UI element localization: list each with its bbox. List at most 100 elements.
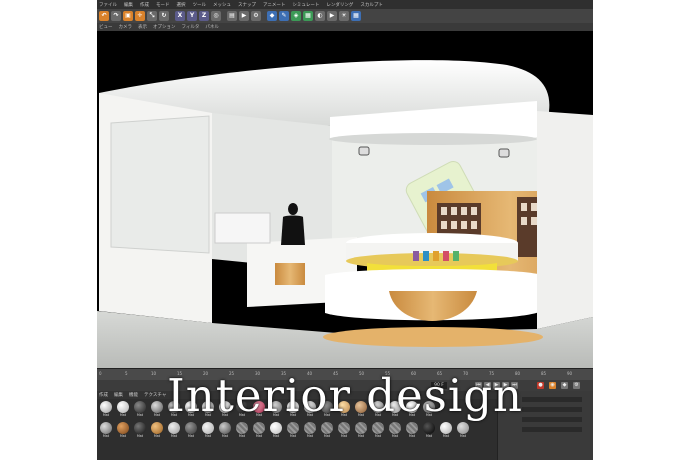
material-swatch[interactable]: Mat (269, 401, 283, 421)
view-menu-item[interactable]: ビュー (99, 24, 113, 30)
prev-key-icon[interactable]: ◀ (484, 382, 491, 389)
material-menu-item[interactable]: 作成 (99, 392, 108, 398)
record-icon[interactable]: ● (537, 382, 544, 389)
scene-icon[interactable]: ▦ (351, 11, 361, 21)
material-swatch[interactable]: Mat (99, 401, 113, 421)
material-swatch[interactable]: Mat (320, 401, 334, 421)
attribute-row[interactable] (502, 397, 590, 403)
material-swatch[interactable]: Mat (218, 401, 232, 421)
material-swatch[interactable]: Mat (388, 401, 402, 421)
material-swatch[interactable]: Mat (252, 422, 266, 442)
material-swatch[interactable]: Mat (422, 401, 436, 421)
material-swatch[interactable]: Mat (269, 422, 283, 442)
material-swatch[interactable]: Mat (201, 401, 215, 421)
menu-item[interactable]: スナップ (238, 2, 256, 8)
material-swatch[interactable]: Mat (99, 422, 113, 442)
material-swatch[interactable]: Mat (422, 422, 436, 442)
attribute-row[interactable] (502, 417, 590, 423)
menu-item[interactable]: 作成 (140, 2, 149, 8)
attribute-row[interactable] (502, 427, 590, 433)
material-swatch[interactable]: Mat (184, 422, 198, 442)
menu-item[interactable]: スカルプト (360, 2, 383, 8)
camera-icon[interactable]: ▶ (327, 11, 337, 21)
material-swatch[interactable]: Mat (133, 422, 147, 442)
select-icon[interactable]: ▣ (123, 11, 133, 21)
material-swatch[interactable]: Mat (235, 401, 249, 421)
go-to-start-icon[interactable]: ⏮ (475, 382, 482, 389)
material-swatch[interactable]: Mat (439, 422, 453, 442)
view-menu-item[interactable]: オプション (153, 24, 176, 30)
material-swatch[interactable]: Mat (388, 422, 402, 442)
material-swatch[interactable]: Mat (184, 401, 198, 421)
material-swatch[interactable]: Mat (218, 422, 232, 442)
material-swatch[interactable]: Mat (167, 422, 181, 442)
material-menu-item[interactable]: 機能 (129, 392, 138, 398)
material-swatch[interactable]: Mat (116, 422, 130, 442)
light-icon[interactable]: ☀ (339, 11, 349, 21)
material-swatch[interactable]: Mat (371, 422, 385, 442)
keyframe-icon[interactable]: ◆ (561, 382, 568, 389)
view-menu-item[interactable]: パネル (205, 24, 219, 30)
menu-item[interactable]: アニメート (263, 2, 285, 8)
material-swatch[interactable]: Mat (337, 401, 351, 421)
material-swatch[interactable]: Mat (303, 401, 317, 421)
menu-item[interactable]: レンダリング (326, 2, 353, 8)
menu-item[interactable]: ファイル (99, 2, 117, 8)
menu-item[interactable]: 編集 (124, 2, 133, 8)
undo-icon[interactable]: ↶ (99, 11, 109, 21)
menu-item[interactable]: ツール (193, 2, 207, 8)
material-swatch[interactable]: Mat (252, 401, 266, 421)
material-swatch[interactable]: Mat (133, 401, 147, 421)
render-view-icon[interactable]: ▤ (227, 11, 237, 21)
attribute-row[interactable] (502, 407, 590, 413)
material-swatch[interactable]: Mat (405, 401, 419, 421)
move-icon[interactable]: ✛ (135, 11, 145, 21)
autokey-icon[interactable]: ◉ (549, 382, 556, 389)
render-icon[interactable]: ▶ (239, 11, 249, 21)
end-frame-field[interactable]: 90 F (431, 382, 447, 389)
material-swatch[interactable]: Mat (150, 401, 164, 421)
next-key-icon[interactable]: ▶ (502, 382, 509, 389)
material-menu-item[interactable]: 編集 (114, 392, 123, 398)
material-swatch[interactable]: Mat (286, 401, 300, 421)
go-to-end-icon[interactable]: ⏭ (511, 382, 518, 389)
axis-y-button[interactable]: Y (187, 11, 197, 21)
material-swatch[interactable]: Mat (354, 401, 368, 421)
world-icon[interactable]: ◎ (211, 11, 221, 21)
material-swatch[interactable]: Mat (116, 401, 130, 421)
deformer-icon[interactable]: ◐ (315, 11, 325, 21)
pen-icon[interactable]: ✎ (279, 11, 289, 21)
scale-icon[interactable]: ⤡ (147, 11, 157, 21)
material-swatch[interactable]: Mat (167, 401, 181, 421)
play-icon[interactable]: ▶ (493, 382, 500, 389)
material-swatch[interactable]: Mat (405, 422, 419, 442)
axis-x-button[interactable]: X (175, 11, 185, 21)
material-swatch[interactable]: Mat (337, 422, 351, 442)
material-swatch[interactable]: Mat (320, 422, 334, 442)
material-menu-item[interactable]: テクスチャ (144, 392, 166, 398)
material-swatch[interactable]: Mat (150, 422, 164, 442)
view-menu-item[interactable]: カメラ (119, 24, 133, 30)
menu-item[interactable]: メッシュ (213, 2, 231, 8)
material-swatch[interactable]: Mat (354, 422, 368, 442)
material-swatch[interactable]: Mat (303, 422, 317, 442)
redo-icon[interactable]: ↷ (111, 11, 121, 21)
3d-viewport[interactable] (97, 31, 593, 368)
array-icon[interactable]: ▦ (303, 11, 313, 21)
timeline-settings-icon[interactable]: ⚙ (573, 382, 580, 389)
rotate-icon[interactable]: ↻ (159, 11, 169, 21)
menu-item[interactable]: モード (156, 2, 170, 8)
cube-icon[interactable]: ◆ (267, 11, 277, 21)
material-swatch[interactable]: Mat (371, 401, 385, 421)
view-menu-item[interactable]: 表示 (138, 24, 147, 30)
material-swatch[interactable]: Mat (456, 422, 470, 442)
subdivision-icon[interactable]: ◈ (291, 11, 301, 21)
material-swatch[interactable]: Mat (235, 422, 249, 442)
render-settings-icon[interactable]: ⚙ (251, 11, 261, 21)
material-swatch[interactable]: Mat (201, 422, 215, 442)
view-menu-item[interactable]: フィルタ (182, 24, 200, 30)
menu-item[interactable]: 選択 (177, 2, 186, 8)
material-swatch[interactable]: Mat (286, 422, 300, 442)
menu-item[interactable]: シミュレート (292, 2, 319, 8)
axis-z-button[interactable]: Z (199, 11, 209, 21)
